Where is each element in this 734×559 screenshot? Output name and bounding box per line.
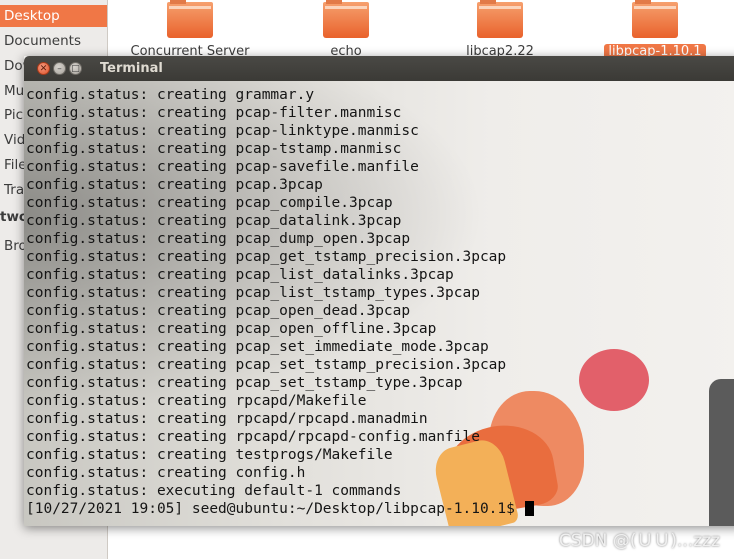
folder-icon <box>477 0 523 38</box>
wallpaper-shape <box>709 379 734 526</box>
output-line: config.status: creating pcap-tstamp.manm… <box>26 141 402 157</box>
output-line: config.status: creating grammar.y <box>26 87 315 103</box>
folder-icon <box>167 0 213 38</box>
shell-prompt: [10/27/2021 19:05] seed@ubuntu:~/Desktop… <box>26 501 524 517</box>
output-line: config.status: executing default-1 comma… <box>26 483 402 499</box>
maximize-icon[interactable]: □ <box>69 62 82 75</box>
output-line: config.status: creating rpcapd/rpcapd.ma… <box>26 411 428 427</box>
output-line: config.status: creating pcap_set_tstamp_… <box>26 375 463 391</box>
output-line: config.status: creating pcap_datalink.3p… <box>26 213 402 229</box>
close-icon[interactable]: ✕ <box>37 62 50 75</box>
output-line: config.status: creating pcap_set_immedia… <box>26 339 489 355</box>
shell-prompt-line[interactable]: [10/27/2021 19:05] seed@ubuntu:~/Desktop… <box>26 500 534 518</box>
output-line: config.status: creating rpcapd/Makefile <box>26 393 367 409</box>
terminal-body[interactable]: config.status: creating grammar.y config.… <box>24 81 734 526</box>
sidebar-item-desktop[interactable]: Desktop <box>0 5 107 27</box>
output-line: config.status: creating config.h <box>26 465 306 481</box>
watermark: CSDN @(ＵＵ)...zzz <box>558 531 720 551</box>
folder-libcap[interactable]: libcap2.22 <box>435 0 565 60</box>
folder-icon <box>323 0 369 38</box>
text-cursor <box>524 501 534 516</box>
output-line: config.status: creating pcap_list_tstamp… <box>26 285 480 301</box>
output-line: config.status: creating pcap-savefile.ma… <box>26 159 419 175</box>
terminal-output: config.status: creating grammar.y config.… <box>26 86 534 518</box>
minimize-icon[interactable]: – <box>53 62 66 75</box>
output-line: config.status: creating pcap-linktype.ma… <box>26 123 419 139</box>
output-line: config.status: creating pcap-filter.manm… <box>26 105 402 121</box>
output-line: config.status: creating pcap_dump_open.3… <box>26 231 411 247</box>
output-line: config.status: creating pcap_get_tstamp_… <box>26 249 507 265</box>
output-line: config.status: creating pcap_compile.3pc… <box>26 195 393 211</box>
terminal-window[interactable]: ✕ – □ Terminal config.status: creating g… <box>24 56 734 526</box>
output-line: config.status: creating pcap_list_datali… <box>26 267 454 283</box>
folder-libpcap[interactable]: libpcap-1.10.1 <box>590 0 720 60</box>
output-line: config.status: creating pcap_open_dead.3… <box>26 303 411 319</box>
output-line: config.status: creating rpcapd/rpcapd-co… <box>26 429 480 445</box>
output-line: config.status: creating pcap.3pcap <box>26 177 323 193</box>
folder-concurrent-server[interactable]: Concurrent Server <box>125 0 255 60</box>
output-line: config.status: creating pcap_set_tstamp_… <box>26 357 507 373</box>
wallpaper-shape <box>579 349 649 411</box>
output-line: config.status: creating pcap_open_offlin… <box>26 321 437 337</box>
folder-icon <box>632 0 678 38</box>
terminal-titlebar[interactable]: ✕ – □ Terminal <box>24 56 734 81</box>
folder-echo[interactable]: echo <box>281 0 411 60</box>
window-title: Terminal <box>100 61 163 76</box>
sidebar-item-documents[interactable]: Documents <box>0 30 107 52</box>
output-line: config.status: creating testprogs/Makefi… <box>26 447 393 463</box>
